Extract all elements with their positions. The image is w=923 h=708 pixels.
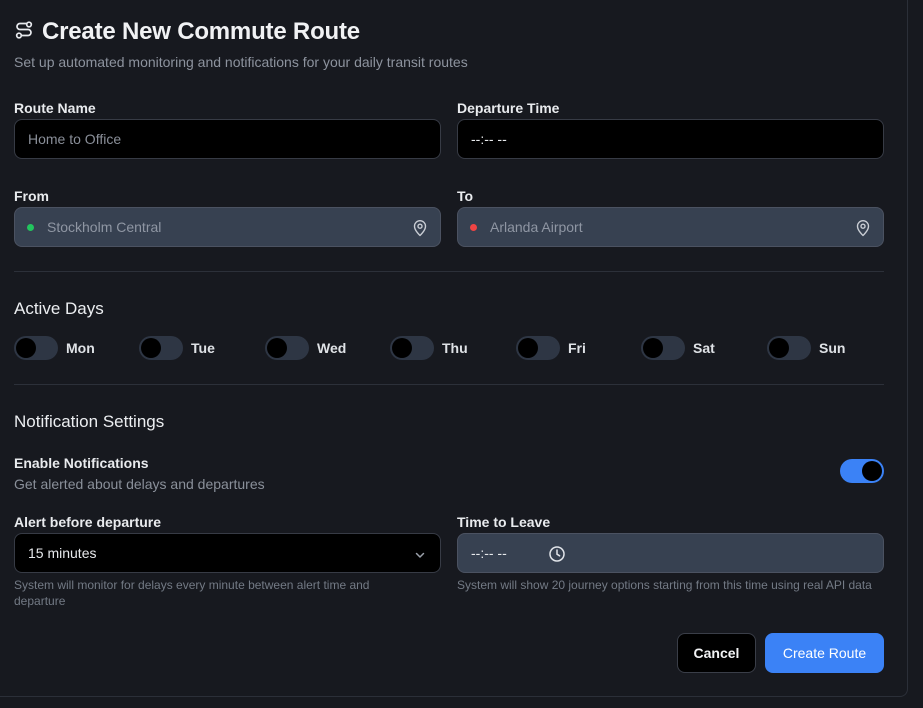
toggle-switch[interactable] — [767, 336, 811, 360]
toggle-switch[interactable] — [14, 336, 58, 360]
from-placeholder: Stockholm Central — [47, 219, 162, 235]
day-label: Thu — [442, 340, 468, 356]
create-route-panel: Create New Commute Route Set up automate… — [0, 0, 908, 697]
clock-icon[interactable] — [548, 545, 566, 563]
enable-notifications-description: Get alerted about delays and departures — [14, 476, 265, 492]
notification-settings-title: Notification Settings — [14, 412, 165, 431]
header: Create New Commute Route Set up automate… — [14, 18, 468, 70]
day-label: Sat — [693, 340, 715, 356]
active-days-row: Mon Tue Wed Thu Fri Sat Sun — [14, 336, 884, 360]
day-label: Tue — [191, 340, 215, 356]
destination-dot — [470, 223, 477, 231]
day-toggle-thu[interactable]: Thu — [390, 336, 468, 360]
create-route-button[interactable]: Create Route — [765, 633, 884, 673]
to-label: To — [457, 188, 474, 204]
toggle-switch[interactable] — [390, 336, 434, 360]
toggle-switch[interactable] — [840, 459, 884, 483]
time-to-leave-input[interactable]: --:-- -- — [457, 533, 884, 573]
day-label: Mon — [66, 340, 95, 356]
time-to-leave-help: System will show 20 journey options star… — [457, 578, 872, 592]
page-title: Create New Commute Route — [42, 18, 360, 45]
day-label: Sun — [819, 340, 846, 356]
map-pin-icon[interactable] — [412, 219, 428, 237]
alert-before-select[interactable]: 15 minutes — [14, 533, 441, 573]
alert-before-help: System will monitor for delays every min… — [14, 578, 370, 608]
route-icon — [14, 20, 34, 45]
alert-before-value: 15 minutes — [28, 545, 97, 561]
day-label: Wed — [317, 340, 347, 356]
day-toggle-tue[interactable]: Tue — [139, 336, 215, 360]
enable-notifications-toggle[interactable] — [840, 459, 884, 483]
route-name-input[interactable]: Home to Office — [14, 119, 441, 159]
time-to-leave-value: --:-- -- — [471, 545, 507, 561]
route-name-label: Route Name — [14, 100, 96, 116]
cancel-button[interactable]: Cancel — [677, 633, 756, 673]
to-placeholder: Arlanda Airport — [490, 219, 583, 235]
day-toggle-mon[interactable]: Mon — [14, 336, 95, 360]
day-toggle-sat[interactable]: Sat — [641, 336, 715, 360]
toggle-switch[interactable] — [641, 336, 685, 360]
toggle-switch[interactable] — [516, 336, 560, 360]
departure-time-input[interactable]: --:-- -- — [457, 119, 884, 159]
divider — [14, 271, 884, 272]
departure-time-value: --:-- -- — [471, 131, 507, 147]
divider — [14, 384, 884, 385]
day-label: Fri — [568, 340, 586, 356]
enable-notifications-label: Enable Notifications — [14, 455, 149, 471]
toggle-switch[interactable] — [265, 336, 309, 360]
day-toggle-sun[interactable]: Sun — [767, 336, 845, 360]
origin-dot — [27, 223, 34, 231]
alert-before-label: Alert before departure — [14, 514, 162, 530]
toggle-switch[interactable] — [139, 336, 183, 360]
to-input[interactable]: Arlanda Airport — [457, 207, 884, 247]
page-subtitle: Set up automated monitoring and notifica… — [14, 54, 468, 70]
from-label: From — [14, 188, 49, 204]
map-pin-icon[interactable] — [855, 219, 871, 237]
time-to-leave-label: Time to Leave — [457, 514, 551, 530]
from-input[interactable]: Stockholm Central — [14, 207, 441, 247]
active-days-title: Active Days — [14, 299, 104, 318]
day-toggle-fri[interactable]: Fri — [516, 336, 586, 360]
departure-time-label: Departure Time — [457, 100, 560, 116]
chevron-down-icon — [414, 548, 426, 560]
day-toggle-wed[interactable]: Wed — [265, 336, 346, 360]
route-name-placeholder: Home to Office — [28, 131, 122, 147]
